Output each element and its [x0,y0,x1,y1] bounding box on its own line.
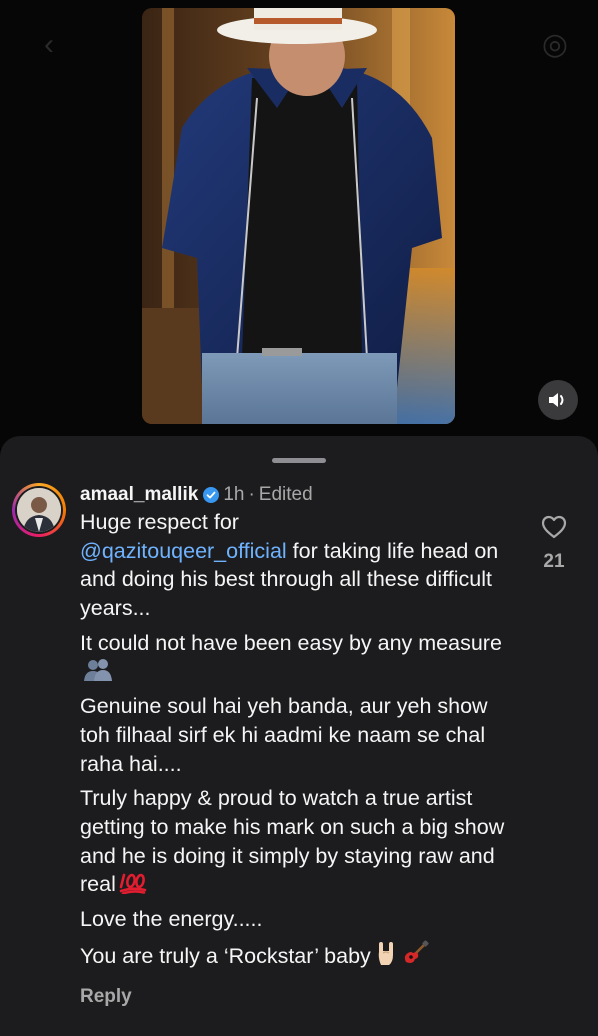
heart-icon[interactable] [540,514,568,540]
mention-link[interactable]: @qazitouqeer_official [80,539,287,563]
people-silhouette-emoji-icon [84,658,112,681]
camera-icon[interactable]: ◎ [542,30,568,60]
avatar[interactable] [12,483,66,537]
comment-text: Huge respect for [80,510,239,534]
like-control[interactable]: 21 [532,514,576,573]
comment-paragraph: Love the energy..... [80,905,520,934]
mute-button[interactable] [538,380,578,420]
comment-body: Huge respect for @qazitouqeer_official fo… [80,508,520,971]
comment: amaal_mallik 1h · Edited Huge respect fo… [80,482,520,977]
comment-meta: amaal_mallik 1h · Edited [80,482,520,508]
comment-paragraph: Huge respect for @qazitouqeer_official fo… [80,508,520,623]
sign-of-horns-emoji-icon [378,941,393,965]
comment-paragraph: Genuine soul hai yeh banda, aur yeh show… [80,692,520,778]
comments-sheet: amaal_mallik 1h · Edited Huge respect fo… [0,436,598,1036]
speaker-icon [549,393,564,407]
comment-paragraph: You are truly a ‘Rockstar’ baby [80,940,520,971]
reel-video[interactable] [142,8,455,424]
comment-time: 1h [223,484,245,505]
chevron-left-icon[interactable]: ‹ [44,30,54,60]
edited-label: Edited [258,484,313,505]
username[interactable]: amaal_mallik [80,484,198,506]
guitar-emoji-icon [404,940,429,963]
comment-paragraph: Truly happy & proud to watch a true arti… [80,784,520,899]
comment-text: You are truly a ‘Rockstar’ baby [80,943,371,968]
comment-paragraph: It could not have been easy by any measu… [80,629,520,686]
reply-button[interactable]: Reply [80,986,132,1008]
comment-text: Genuine soul hai yeh banda, aur yeh show… [80,694,488,776]
verified-badge-icon [203,487,220,503]
post-background: ‹ ◎ [0,0,598,448]
comment-text: It could not have been easy by any measu… [80,630,502,655]
hundred-points-emoji-icon [119,874,147,895]
sheet-grabber[interactable] [272,458,326,463]
comment-text: Love the energy..... [80,907,263,932]
video-frame-illustration [142,8,455,424]
meta-separator: · [248,484,255,505]
avatar-photo [17,488,61,532]
like-count: 21 [543,551,565,572]
